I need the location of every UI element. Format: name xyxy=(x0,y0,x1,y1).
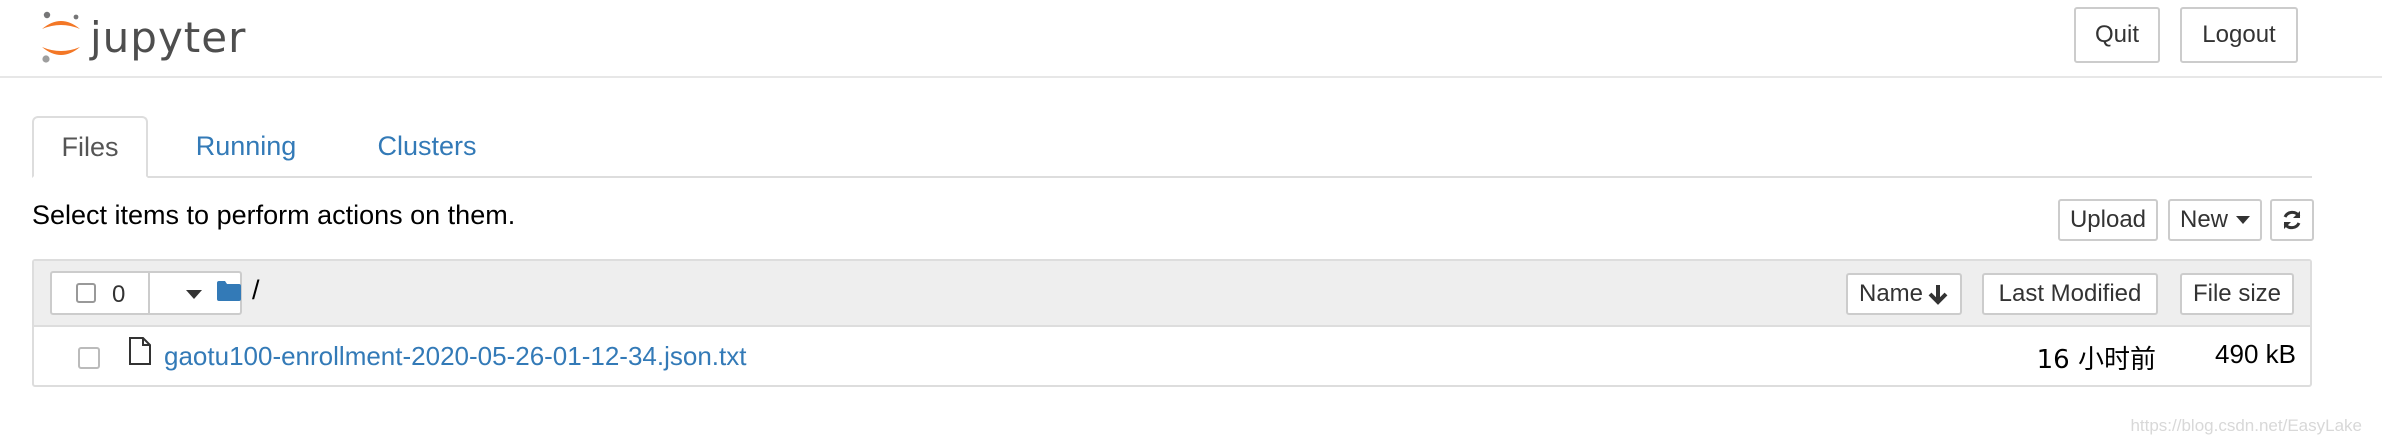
upload-button[interactable]: Upload xyxy=(2058,199,2158,241)
select-all-checkbox[interactable] xyxy=(76,283,96,303)
chevron-down-icon[interactable] xyxy=(186,290,202,299)
button-divider xyxy=(148,273,150,313)
list-item[interactable]: gaotu100-enrollment-2020-05-26-01-12-34.… xyxy=(34,325,2310,385)
arrow-down-icon xyxy=(1928,285,1948,305)
logo-text: jupyter xyxy=(90,12,247,62)
selection-hint: Select items to perform actions on them. xyxy=(32,200,516,230)
tab-bar: Files Running Clusters xyxy=(32,116,2312,178)
file-last-modified: 16 小时前 xyxy=(2036,345,2156,375)
tab-files[interactable]: Files xyxy=(32,116,148,178)
tab-clusters[interactable]: Clusters xyxy=(338,116,516,176)
sort-file-size-button[interactable]: File size xyxy=(2180,273,2294,315)
folder-icon[interactable] xyxy=(216,280,242,302)
refresh-button[interactable] xyxy=(2270,199,2314,241)
item-checkbox[interactable] xyxy=(78,347,100,369)
logout-button[interactable]: Logout xyxy=(2180,7,2298,63)
header-bar: jupyter Quit Logout xyxy=(0,0,2382,78)
quit-button[interactable]: Quit xyxy=(2074,7,2160,63)
file-icon xyxy=(129,337,151,365)
breadcrumb-root[interactable]: / xyxy=(252,275,260,306)
jupyter-logo-icon xyxy=(42,11,80,63)
caret-down-icon xyxy=(2236,216,2251,224)
sort-name-label: Name xyxy=(1858,280,1924,307)
file-list-panel: 0 / Name Last Modified File size gaotu10… xyxy=(32,259,2312,387)
jupyter-logo[interactable]: jupyter xyxy=(38,4,246,70)
selected-count: 0 xyxy=(112,281,126,308)
sort-name-button[interactable]: Name xyxy=(1846,273,1962,315)
select-all-group: 0 xyxy=(50,271,242,315)
sort-last-modified-button[interactable]: Last Modified xyxy=(1982,273,2158,315)
new-dropdown-button[interactable]: New xyxy=(2168,199,2262,241)
refresh-icon xyxy=(2283,210,2301,230)
file-size: 490 kB xyxy=(2215,339,2296,369)
file-name-link[interactable]: gaotu100-enrollment-2020-05-26-01-12-34.… xyxy=(164,341,746,372)
tab-running[interactable]: Running xyxy=(168,116,324,176)
file-list-header: 0 / Name Last Modified File size xyxy=(34,261,2310,327)
watermark: https://blog.csdn.net/EasyLake xyxy=(2130,416,2362,435)
breadcrumb: / xyxy=(216,275,260,306)
new-button-label: New xyxy=(2180,206,2229,233)
